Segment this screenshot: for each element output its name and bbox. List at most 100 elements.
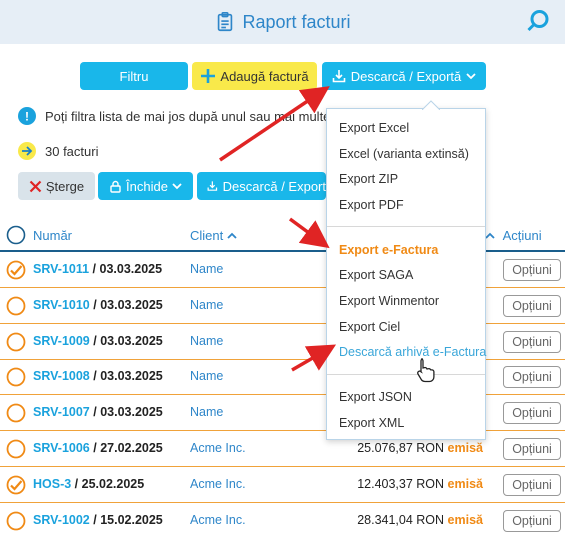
row-options-button[interactable]: Opțiuni	[503, 509, 561, 532]
close-invoices-button[interactable]: Închide	[98, 172, 193, 200]
invoice-separator: /	[71, 476, 82, 491]
svg-text:!: !	[25, 110, 29, 122]
invoice-number[interactable]: SRV-1010 / 03.03.2025	[33, 298, 163, 312]
dropdown-item[interactable]: Export Ciel	[339, 320, 400, 334]
export-dropdown-button[interactable]: Descarcă / Exportă	[322, 62, 486, 90]
dropdown-item[interactable]: Export Excel	[339, 121, 409, 135]
row-options-button[interactable]: Opțiuni	[503, 330, 561, 353]
invoice-client[interactable]: Acme Inc.	[190, 477, 246, 491]
invoice-number[interactable]: SRV-1002 / 15.02.2025	[33, 513, 163, 527]
invoice-date: 03.03.2025	[100, 369, 163, 384]
chevron-up-icon	[485, 232, 495, 239]
invoice-amount: 28.341,04 RON	[357, 512, 445, 527]
invoice-id[interactable]: SRV-1010	[33, 298, 90, 312]
row-checkbox[interactable]	[6, 403, 26, 423]
row-options-button[interactable]: Opțiuni	[503, 259, 561, 281]
dropdown-item[interactable]: Export e-Factura	[339, 243, 438, 257]
add-invoice-button-label: Adaugă factură	[220, 68, 309, 84]
invoice-date: 25.02.2025	[81, 476, 145, 491]
row-checkbox[interactable]	[6, 367, 26, 387]
invoice-separator: /	[89, 333, 101, 348]
select-all-checkbox[interactable]	[6, 225, 26, 245]
invoice-id[interactable]: SRV-1006	[33, 441, 90, 455]
invoice-count-text: 30 facturi	[45, 143, 99, 159]
dropdown-separator	[327, 226, 485, 227]
invoice-id[interactable]: HOS-3	[33, 477, 71, 491]
row-options-label: Opțiuni	[512, 406, 552, 421]
invoice-count-row: 30 facturi	[18, 142, 98, 160]
row-checkbox[interactable]	[6, 511, 26, 531]
dropdown-item[interactable]: Export JSON	[339, 390, 412, 404]
invoice-status: emisă	[447, 441, 483, 455]
invoice-id[interactable]: SRV-1009	[33, 334, 90, 348]
export-secondary-label: Descarcă / Export	[222, 178, 326, 194]
export-secondary-button[interactable]: Descarcă / Export	[197, 172, 326, 200]
dropdown-item[interactable]: Export SAGA	[339, 268, 413, 282]
dropdown-item[interactable]: Export ZIP	[339, 172, 398, 186]
row-checkbox[interactable]	[6, 296, 26, 316]
row-options-button[interactable]: Opțiuni	[503, 438, 561, 460]
invoice-client[interactable]: Name	[190, 262, 223, 276]
invoice-separator: /	[89, 369, 101, 384]
row-checkbox[interactable]	[6, 332, 26, 352]
invoice-amount-status: 28.341,04 RON emisă	[357, 513, 483, 527]
search-icon[interactable]	[525, 8, 551, 34]
invoice-number[interactable]: HOS-3 / 25.02.2025	[33, 477, 144, 491]
download-icon	[332, 70, 346, 83]
row-checkbox[interactable]	[6, 260, 26, 280]
column-actions-label: Acțiuni	[502, 228, 542, 243]
dropdown-item[interactable]: Export XML	[339, 416, 404, 430]
invoice-client[interactable]: Name	[190, 405, 223, 419]
invoice-amount: 12.403,37 RON	[357, 476, 445, 491]
invoice-id[interactable]: SRV-1008	[33, 369, 90, 383]
row-options-label: Opțiuni	[512, 442, 552, 456]
invoice-id[interactable]: SRV-1002	[33, 513, 90, 527]
delete-button[interactable]: Șterge	[18, 172, 95, 200]
invoice-number[interactable]: SRV-1006 / 27.02.2025	[33, 441, 163, 455]
row-options-button[interactable]: Opțiuni	[503, 294, 561, 317]
filter-button[interactable]: Filtru	[80, 62, 188, 90]
invoice-number[interactable]: SRV-1008 / 03.03.2025	[33, 369, 163, 383]
row-options-label: Opțiuni	[512, 298, 552, 313]
dropdown-item[interactable]: Export Winmentor	[339, 294, 439, 308]
table-row[interactable]: HOS-3 / 25.02.2025 Acme Inc. 12.403,37 RON…	[0, 467, 565, 503]
dropdown-item[interactable]: Excel (varianta extinsă)	[339, 147, 469, 161]
invoice-status: emisă	[447, 512, 483, 527]
invoice-date: 03.03.2025	[100, 297, 163, 312]
annotation-arrow	[219, 86, 330, 162]
add-invoice-button[interactable]: Adaugă factură	[192, 62, 317, 90]
invoice-amount: 25.076,87 RON	[357, 441, 445, 455]
invoice-client[interactable]: Acme Inc.	[190, 513, 246, 527]
chevron-up-icon	[227, 232, 237, 239]
row-checkbox[interactable]	[6, 475, 26, 495]
export-dropdown-menu: Export Excel Excel (varianta extinsă) Expo…	[326, 100, 486, 440]
row-options-label: Opțiuni	[512, 370, 552, 385]
row-options-label: Opțiuni	[512, 477, 552, 492]
delete-button-label: Șterge	[45, 178, 85, 194]
dropdown-item[interactable]: Descarcă arhivă e-Factura	[339, 345, 486, 359]
invoice-number[interactable]: SRV-1009 / 03.03.2025	[33, 334, 163, 348]
row-options-button[interactable]: Opțiuni	[503, 402, 561, 425]
chevron-down-icon	[172, 183, 182, 190]
invoice-client[interactable]: Acme Inc.	[190, 441, 246, 455]
invoice-amount-status: 25.076,87 RON emisă	[357, 441, 483, 455]
row-options-label: Opțiuni	[512, 263, 552, 277]
invoice-client[interactable]: Name	[190, 334, 223, 348]
lock-icon	[110, 180, 121, 193]
invoice-client[interactable]: Name	[190, 369, 223, 383]
invoice-id[interactable]: SRV-1011	[33, 262, 89, 276]
invoice-date: 15.02.2025	[100, 512, 163, 527]
column-client-label: Client	[190, 228, 224, 243]
filter-hint-row: ! Poți filtra lista de mai jos după unul…	[18, 107, 330, 125]
invoice-id[interactable]: SRV-1007	[33, 405, 90, 419]
dropdown-item[interactable]: Export PDF	[339, 198, 404, 212]
row-options-button[interactable]: Opțiuni	[503, 473, 561, 496]
table-row[interactable]: SRV-1002 / 15.02.2025 Acme Inc. 28.341,04 …	[0, 503, 565, 537]
invoice-number[interactable]: SRV-1011 / 03.03.2025	[33, 262, 162, 276]
row-options-button[interactable]: Opțiuni	[503, 366, 561, 389]
invoice-client[interactable]: Name	[190, 298, 223, 312]
column-number[interactable]: Număr	[33, 228, 72, 243]
invoice-number[interactable]: SRV-1007 / 03.03.2025	[33, 405, 163, 419]
row-checkbox[interactable]	[6, 439, 26, 459]
column-client[interactable]: Client	[190, 228, 237, 243]
